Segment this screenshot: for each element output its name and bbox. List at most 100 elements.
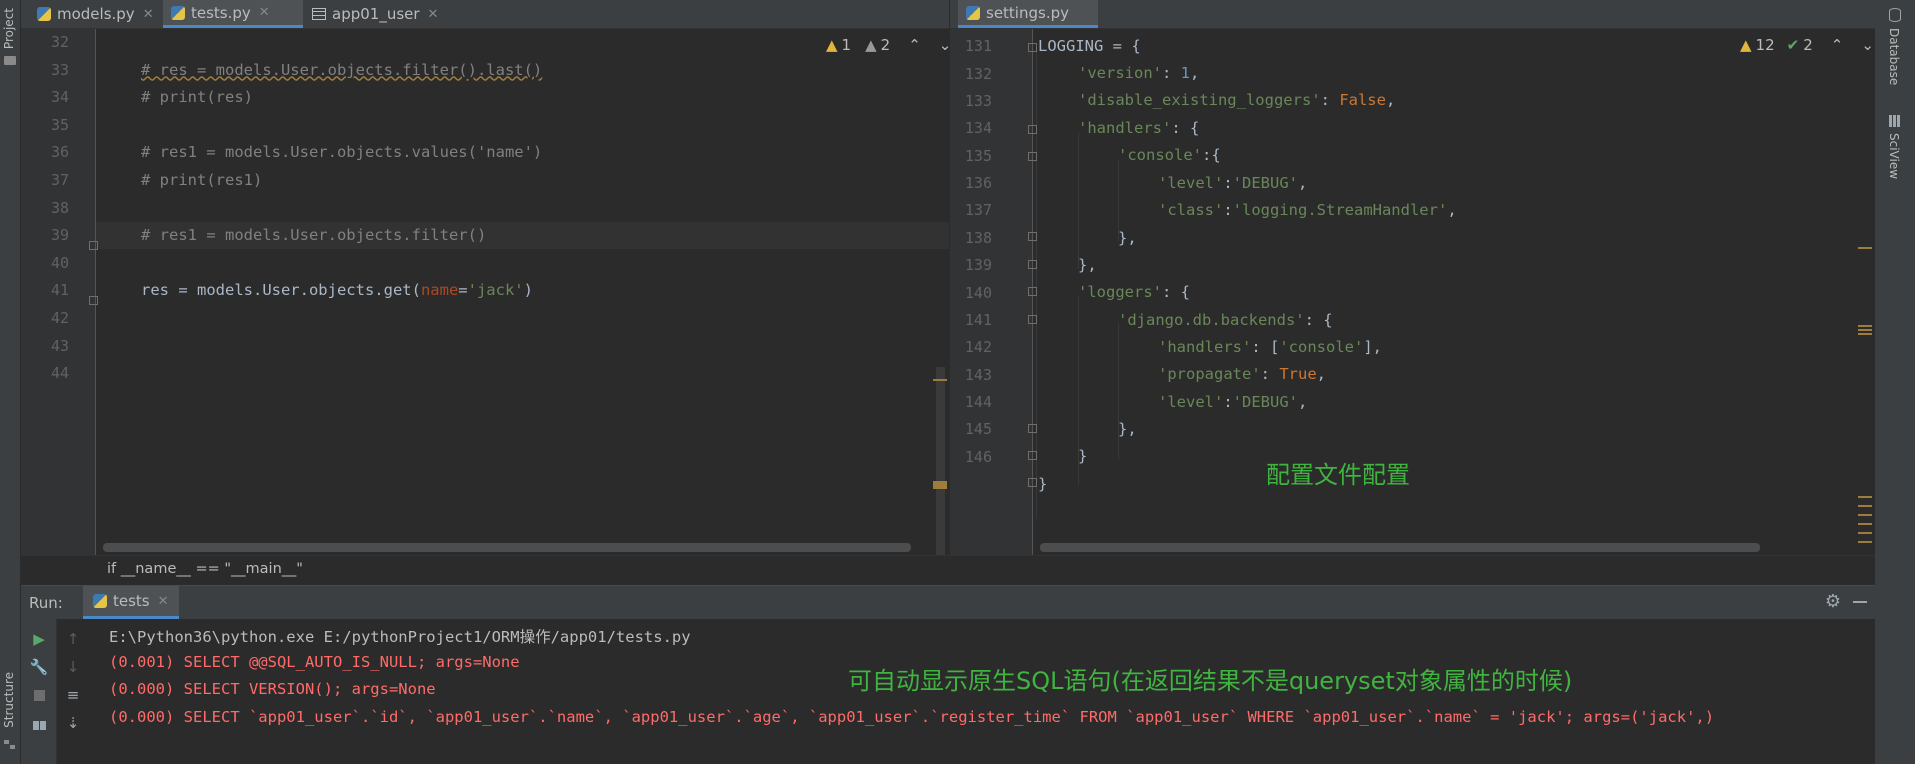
horizontal-scrollbar[interactable] (103, 543, 911, 552)
tab-app01-user[interactable]: app01_user ✕ (304, 0, 464, 28)
line-number: 134 (964, 119, 992, 138)
fold-marker-icon[interactable] (1028, 232, 1037, 241)
soft-wrap-icon[interactable]: ≡ (63, 685, 83, 705)
line-number: 42 (50, 309, 69, 327)
database-icon (1889, 8, 1901, 22)
line-number: 132 (964, 64, 992, 83)
line-number: 145 (964, 420, 992, 439)
right-editor-tabs: settings.py (950, 0, 1875, 29)
chevron-down-icon[interactable]: ⌄ (1861, 36, 1874, 54)
sciview-tool-button[interactable]: SciView (1887, 133, 1901, 179)
code-line: }, (1078, 256, 1097, 274)
line-number: 146 (964, 447, 992, 466)
fold-marker-icon[interactable] (1028, 43, 1037, 52)
inspection-badges[interactable]: ▲ 1 ▲ 2 ⌃ ⌄ (826, 36, 949, 54)
weak-warning-icon: ▲ (865, 36, 877, 54)
structure-icon (4, 740, 16, 750)
sql-annotation: 可自动显示原生SQL语句(在返回结果不是queryset对象属性的时候) (848, 667, 1573, 695)
line-number: 136 (964, 174, 992, 193)
tab-settings-py[interactable]: settings.py (958, 0, 1098, 28)
close-icon[interactable]: ✕ (143, 7, 154, 22)
minimize-icon[interactable] (1853, 601, 1867, 603)
tab-models-py[interactable]: models.py ✕ (29, 0, 179, 28)
line-number: 43 (50, 336, 69, 355)
code-line: # res1 = models.User.objects.values('nam… (141, 143, 543, 162)
line-number: 140 (964, 283, 992, 302)
arrow-up-icon[interactable]: ↑ (63, 629, 83, 649)
breadcrumb: if __name__ == "__main__" (21, 555, 1875, 585)
wrench-icon[interactable]: 🔧 (29, 657, 49, 677)
vertical-scrollbar[interactable] (936, 367, 945, 555)
line-number: 144 (964, 392, 992, 411)
folder-icon (4, 56, 16, 65)
warning-icon: ▲ (1740, 36, 1752, 54)
line-number: 44 (50, 364, 69, 383)
code-line: }, (1118, 420, 1137, 438)
warning-stripe (933, 481, 947, 489)
layout-icon[interactable] (29, 715, 49, 735)
database-tool-button[interactable]: Database (1887, 28, 1901, 85)
run-tab-label: tests (113, 592, 150, 610)
line-number: 38 (50, 198, 69, 217)
line-number: 138 (964, 228, 992, 247)
gear-icon[interactable]: ⚙ (1825, 591, 1841, 612)
code-line: # print(res1) (141, 171, 263, 189)
close-icon[interactable]: ✕ (158, 594, 169, 609)
inspection-badges[interactable]: ▲ 12 ✔ 2 ⌃ ⌄ (1740, 36, 1874, 54)
fold-marker-icon[interactable] (1028, 287, 1037, 296)
scroll-to-end-icon[interactable]: ⇣ (63, 713, 83, 733)
chevron-up-icon[interactable]: ⌃ (908, 36, 921, 54)
fold-marker-icon[interactable] (1028, 125, 1037, 134)
stop-icon[interactable] (29, 685, 49, 705)
line-number: 141 (964, 310, 992, 329)
console-sql-line: (0.000) SELECT `app01_user`.`id`, `app01… (109, 708, 1715, 726)
line-number: 37 (50, 171, 69, 189)
code-line: 'handlers': ['console'], (1158, 338, 1382, 356)
tab-label: models.py (57, 5, 135, 23)
chevron-up-icon[interactable]: ⌃ (1831, 36, 1844, 54)
arrow-down-icon[interactable]: ↓ (63, 657, 83, 677)
code-line: 'console':{ (1118, 146, 1221, 164)
line-number: 143 (964, 365, 992, 384)
fold-marker-icon[interactable] (1028, 478, 1037, 487)
code-line: 'class':'logging.StreamHandler', (1158, 201, 1457, 219)
run-console[interactable]: ▶ 🔧 ↑ ↓ ≡ ⇣ E:\Python36\python.exe E:/py… (21, 619, 1875, 764)
left-code-editor[interactable]: 32 33 # res = models.User.objects.filter()… (21, 29, 949, 555)
code-line: } (1078, 447, 1088, 465)
code-line: 'level':'DEBUG', (1158, 393, 1308, 411)
tab-label: app01_user (332, 5, 420, 23)
python-file-icon (966, 5, 980, 20)
line-number: 40 (50, 253, 69, 272)
line-number: 34 (50, 88, 69, 107)
fold-marker-icon[interactable] (1028, 315, 1037, 324)
structure-tool-button[interactable]: Structure (2, 672, 16, 728)
code-line: 'disable_existing_loggers': False, (1078, 91, 1396, 109)
close-icon[interactable]: ✕ (428, 7, 439, 22)
right-code-editor[interactable]: 1301311321331341351361371381391401411421… (950, 29, 1875, 555)
console-command-line: E:\Python36\python.exe E:/pythonProject1… (109, 628, 691, 646)
console-sql-line: (0.001) SELECT @@SQL_AUTO_IS_NULL; args=… (109, 653, 520, 671)
line-number: 139 (964, 256, 992, 275)
fold-marker-icon[interactable] (89, 296, 98, 305)
fold-marker-icon[interactable] (1028, 152, 1037, 161)
horizontal-scrollbar[interactable] (1040, 543, 1760, 552)
fold-marker-icon[interactable] (89, 241, 98, 250)
close-icon[interactable]: ✕ (259, 5, 270, 20)
python-file-icon (37, 7, 51, 21)
chevron-down-icon[interactable]: ⌄ (939, 36, 949, 54)
breadcrumb-item[interactable]: if __name__ == "__main__" (107, 561, 303, 577)
sciview-icon (1889, 115, 1901, 127)
tab-tests-py[interactable]: tests.py ✕ (163, 0, 303, 28)
fold-marker-icon[interactable] (1028, 260, 1037, 269)
run-icon[interactable]: ▶ (29, 629, 49, 649)
warning-stripe (1858, 325, 1872, 335)
project-tool-button[interactable]: Project (2, 8, 16, 49)
run-tab-tests[interactable]: tests ✕ (83, 586, 179, 619)
console-sql-line: (0.000) SELECT VERSION(); args=None (109, 680, 436, 698)
fold-marker-icon[interactable] (1028, 424, 1037, 433)
line-number: 142 (964, 338, 992, 357)
fold-marker-icon[interactable] (1028, 451, 1037, 460)
python-file-icon (171, 5, 185, 20)
left-editor-tabs: models.py ✕ tests.py ✕ app01_user ✕ (21, 0, 949, 29)
code-line: 'level':'DEBUG', (1158, 174, 1308, 192)
